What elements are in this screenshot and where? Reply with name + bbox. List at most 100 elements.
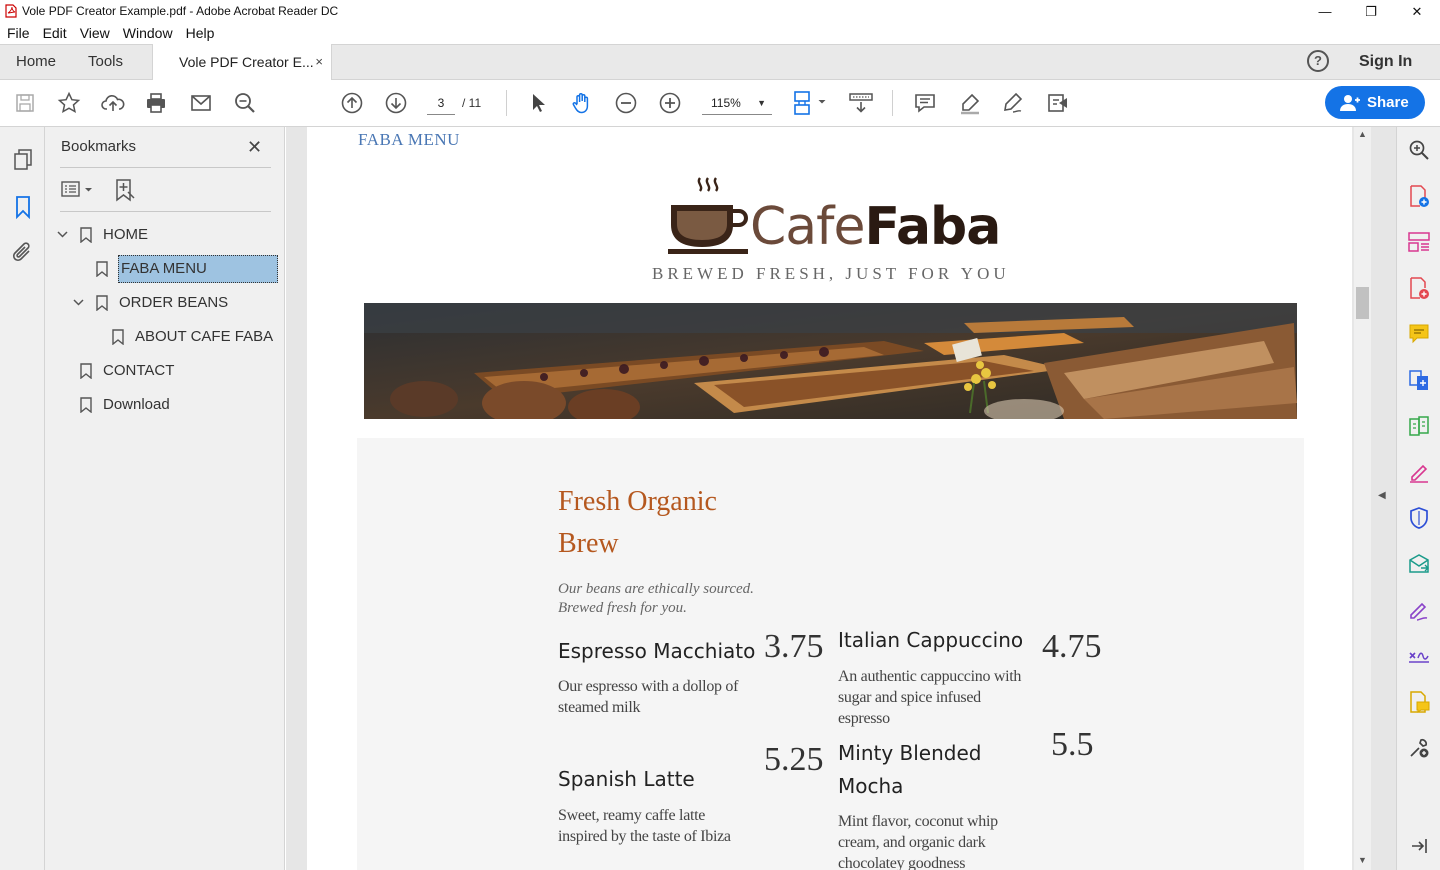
page-number-input[interactable]: 3 bbox=[427, 91, 455, 115]
chevron-down-icon[interactable] bbox=[56, 221, 70, 259]
share-button[interactable]: Share bbox=[1325, 86, 1425, 119]
create-pdf-icon[interactable] bbox=[1407, 184, 1431, 208]
bookmark-label: ORDER BEANS bbox=[119, 294, 229, 311]
more-tools-icon[interactable] bbox=[1407, 736, 1431, 760]
menu-item-price: 4.75 bbox=[1042, 628, 1102, 665]
draw-signature-icon[interactable] bbox=[1000, 90, 1026, 116]
bookmark-item-about-cafe-faba[interactable]: ABOUT CAFE FABA bbox=[55, 323, 275, 351]
menu-item-description: An authentic cappuccino with sugar and s… bbox=[838, 668, 1022, 727]
zoom-search-icon[interactable] bbox=[1407, 138, 1431, 162]
scrollbar-thumb[interactable] bbox=[1356, 287, 1369, 319]
vertical-scrollbar[interactable]: ▲ ▼ bbox=[1354, 127, 1371, 870]
toolbar: 3 / 11 115% ▼ Share bbox=[0, 80, 1440, 127]
bookmark-item-download[interactable]: Download bbox=[55, 391, 275, 419]
chevron-down-icon[interactable] bbox=[72, 289, 86, 327]
help-icon[interactable]: ? bbox=[1307, 50, 1329, 72]
compare-files-icon[interactable] bbox=[1407, 414, 1431, 438]
close-panel-icon[interactable]: ✕ bbox=[247, 137, 262, 158]
menu-item-price: 5.25 bbox=[764, 741, 824, 778]
bookmark-item-home[interactable]: HOME bbox=[55, 221, 275, 249]
menu-item-name: Minty Blended Mocha bbox=[838, 741, 982, 798]
restore-button[interactable]: ❐ bbox=[1348, 0, 1394, 23]
zoom-in-icon[interactable] bbox=[657, 90, 683, 116]
edit-share-icon[interactable] bbox=[1045, 90, 1071, 116]
menu-item-name: Espresso Macchiato bbox=[558, 639, 756, 663]
acrobat-app-icon bbox=[5, 4, 17, 18]
bookmark-item-faba-menu[interactable]: FABA MENU bbox=[55, 255, 280, 283]
tab-tools[interactable]: Tools bbox=[88, 45, 123, 79]
email-icon[interactable] bbox=[188, 90, 214, 116]
previous-page-icon[interactable] bbox=[339, 90, 365, 116]
sign-in-button[interactable]: Sign In bbox=[1359, 45, 1412, 79]
fit-page-icon[interactable] bbox=[792, 90, 828, 116]
collapse-tools-pane-icon[interactable] bbox=[1407, 834, 1431, 858]
export-pdf-icon[interactable] bbox=[1407, 276, 1431, 300]
bookmark-icon bbox=[96, 261, 108, 277]
scroll-up-icon[interactable]: ▲ bbox=[1358, 129, 1367, 139]
collapse-right-panel-icon[interactable]: ◀ bbox=[1378, 490, 1386, 501]
comment-tool-icon[interactable] bbox=[1407, 322, 1431, 346]
save-icon[interactable] bbox=[12, 90, 38, 116]
section-subtitle: Our beans are ethically sourced. Brewed … bbox=[558, 581, 754, 616]
highlight-pen-icon[interactable] bbox=[957, 90, 983, 116]
fill-sign-icon[interactable] bbox=[1407, 460, 1431, 484]
toolbar-divider bbox=[892, 90, 893, 116]
scrolling-mode-icon[interactable] bbox=[848, 90, 874, 116]
menu-item-name: Spanish Latte bbox=[558, 767, 695, 791]
tab-home[interactable]: Home bbox=[16, 45, 56, 79]
logo-text: CafeFaba bbox=[750, 197, 1001, 257]
menu-help[interactable]: Help bbox=[186, 23, 215, 44]
chevron-down-icon: ▼ bbox=[757, 98, 766, 108]
organize-pages-icon[interactable] bbox=[1407, 230, 1431, 254]
menu-item-description: Our espresso with a dollop of steamed mi… bbox=[558, 678, 739, 716]
minimize-button[interactable]: — bbox=[1302, 0, 1348, 23]
close-tab-icon[interactable]: × bbox=[315, 44, 323, 80]
panel-divider bbox=[60, 167, 271, 168]
protect-shield-icon[interactable] bbox=[1407, 506, 1431, 530]
hand-tool-icon[interactable] bbox=[569, 90, 595, 116]
page-header: FABA MENU bbox=[358, 130, 460, 149]
upload-cloud-icon[interactable] bbox=[100, 90, 126, 116]
bookmark-star-icon[interactable] bbox=[56, 90, 82, 116]
bookmark-label: HOME bbox=[103, 226, 148, 243]
bookmark-label: Download bbox=[103, 396, 170, 413]
scroll-down-icon[interactable]: ▼ bbox=[1358, 855, 1367, 865]
bookmark-item-contact[interactable]: CONTACT bbox=[55, 357, 275, 385]
share-button-label: Share bbox=[1367, 94, 1409, 111]
bookmarks-panel-icon[interactable] bbox=[11, 195, 35, 219]
bookmarks-panel-title: Bookmarks bbox=[61, 138, 137, 155]
title-bar: Vole PDF Creator Example.pdf - Adobe Acr… bbox=[0, 0, 1440, 23]
bookmark-options-icon[interactable] bbox=[61, 179, 95, 201]
menu-file[interactable]: File bbox=[7, 23, 30, 44]
send-for-review-icon[interactable] bbox=[1407, 552, 1431, 576]
menu-view[interactable]: View bbox=[80, 23, 110, 44]
menu-window[interactable]: Window bbox=[123, 23, 173, 44]
menu-edit[interactable]: Edit bbox=[43, 23, 67, 44]
logo-text-cafe: Cafe bbox=[750, 197, 865, 257]
comment-icon[interactable] bbox=[912, 90, 938, 116]
document-viewport[interactable]: FABA MENU CafeFaba BREWED FRESH, JUST FO… bbox=[286, 127, 1396, 870]
pastry-banner-image bbox=[364, 303, 1297, 419]
print-icon[interactable] bbox=[143, 90, 169, 116]
tab-document[interactable]: Vole PDF Creator E... × bbox=[152, 44, 332, 80]
tab-bar: Home Tools Vole PDF Creator E... × ? Sig… bbox=[0, 44, 1440, 80]
zoom-out-icon[interactable] bbox=[613, 90, 639, 116]
request-signature-icon[interactable] bbox=[1407, 598, 1431, 622]
close-window-button[interactable]: ✕ bbox=[1394, 0, 1440, 23]
section-title-line-2: Brew bbox=[558, 528, 619, 559]
combine-files-icon[interactable] bbox=[1407, 368, 1431, 392]
select-cursor-icon[interactable] bbox=[525, 90, 551, 116]
right-tools-rail bbox=[1396, 127, 1440, 870]
bookmark-item-order-beans[interactable]: ORDER BEANS bbox=[55, 289, 275, 317]
page-thumbnails-icon[interactable] bbox=[11, 148, 35, 172]
attachments-paperclip-icon[interactable] bbox=[11, 241, 35, 265]
menu-item-description: Sweet, reamy caffe latte inspired by the… bbox=[558, 807, 731, 845]
next-page-icon[interactable] bbox=[383, 90, 409, 116]
zoom-level-select[interactable]: 115% ▼ bbox=[702, 91, 772, 115]
stamp-note-icon[interactable] bbox=[1407, 690, 1431, 714]
add-bookmark-icon[interactable] bbox=[114, 178, 136, 202]
tagline: BREWED FRESH, JUST FOR YOU bbox=[652, 264, 1010, 283]
search-zoom-icon[interactable] bbox=[232, 90, 258, 116]
bookmark-label: FABA MENU bbox=[118, 255, 278, 283]
certificates-sign-icon[interactable] bbox=[1407, 644, 1431, 668]
